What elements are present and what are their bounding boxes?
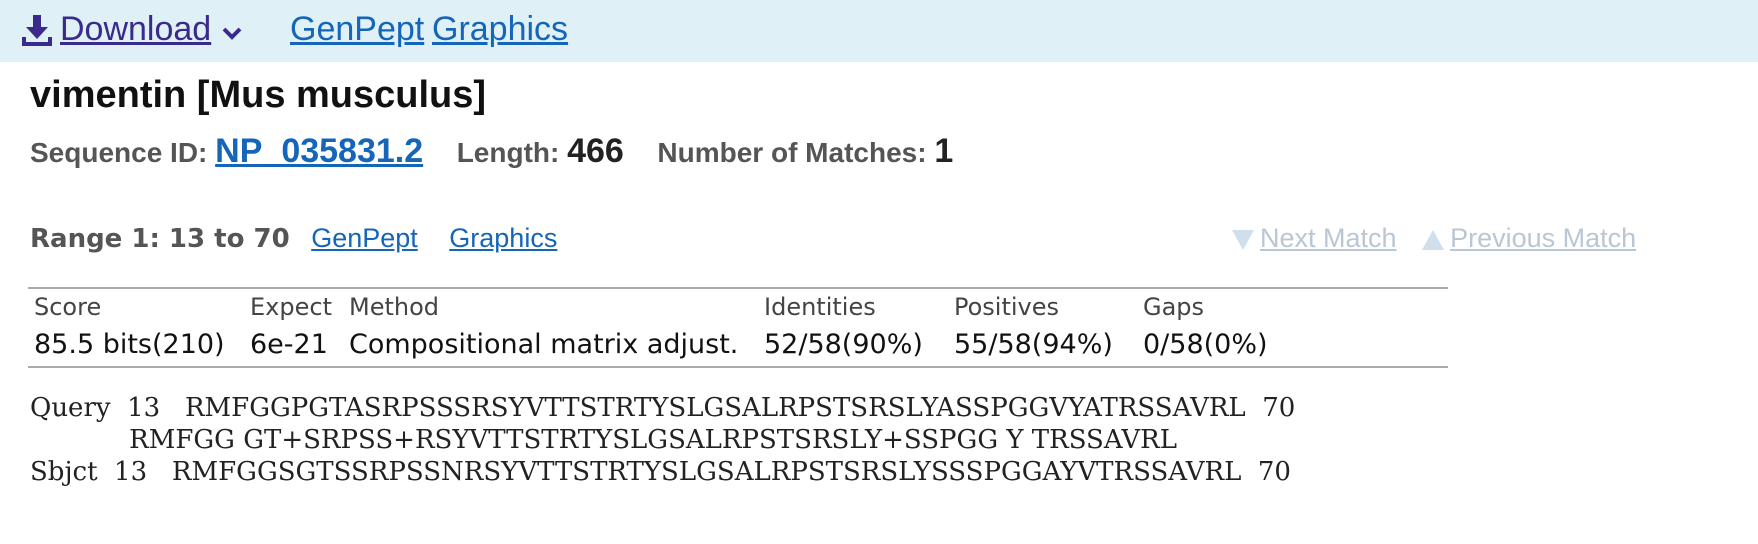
length-value: 466: [567, 132, 624, 170]
score-value: 85.5 bits(210): [34, 329, 225, 360]
positives-header: Positives: [954, 293, 1060, 321]
method-header: Method: [349, 293, 440, 321]
range-header: Range 1: 13 to 70 GenPept Graphics: [30, 223, 557, 254]
previous-match-link[interactable]: Previous Match: [1450, 223, 1636, 253]
download-menu[interactable]: Download: [20, 10, 243, 49]
sequence-alignment: Query 13 RMFGGPGTASRPSSSRSYVTTSTRTYSLGSA…: [30, 392, 1295, 488]
hit-title: vimentin [Mus musculus]: [30, 74, 487, 116]
positives-value: 55/58(94%): [954, 329, 1113, 360]
hit-meta: Sequence ID: NP_035831.2 Length: 466 Num…: [30, 132, 953, 171]
genpept-link[interactable]: GenPept: [290, 10, 424, 49]
range-graphics-link[interactable]: Graphics: [449, 223, 557, 253]
download-link[interactable]: Download: [60, 10, 211, 49]
match-line: RMFGG GT+SRPSS+RSYVTTSTRTYSLGSALRPSTSRSL…: [30, 425, 1177, 455]
download-icon: [22, 14, 52, 46]
range-label: Range 1: 13 to 70: [30, 224, 290, 254]
identities-header: Identities: [764, 293, 876, 321]
alignment-stats-table: Score 85.5 bits(210) Expect 6e-21 Method…: [28, 287, 1448, 368]
expect-value: 6e-21: [250, 329, 328, 360]
top-toolbar: Download GenPept Graphics: [0, 0, 1758, 62]
matches-value: 1: [934, 132, 954, 170]
identities-value: 52/58(90%): [764, 329, 923, 360]
next-match-link[interactable]: Next Match: [1260, 223, 1397, 253]
chevron-down-icon[interactable]: [221, 22, 243, 44]
matches-label: Number of Matches:: [657, 137, 927, 168]
match-navigation: Next Match Previous Match: [1232, 223, 1636, 254]
gaps-value: 0/58(0%): [1143, 329, 1268, 360]
score-header: Score: [34, 293, 102, 321]
triangle-down-icon: [1232, 229, 1254, 250]
triangle-up-icon: [1422, 229, 1445, 250]
gaps-header: Gaps: [1143, 293, 1205, 321]
sequence-id-link[interactable]: NP_035831.2: [215, 132, 423, 170]
range-genpept-link[interactable]: GenPept: [311, 223, 418, 253]
length-label: Length:: [456, 137, 560, 168]
method-value: Compositional matrix adjust.: [349, 329, 739, 360]
sequence-id-label: Sequence ID:: [30, 137, 208, 168]
graphics-link[interactable]: Graphics: [432, 10, 568, 49]
query-line: Query 13 RMFGGPGTASRPSSSRSYVTTSTRTYSLGSA…: [30, 393, 1296, 423]
expect-header: Expect: [250, 293, 332, 321]
sbjct-line: Sbjct 13 RMFGGSGTSSRPSSNRSYVTTSTRTYSLGSA…: [30, 457, 1291, 487]
